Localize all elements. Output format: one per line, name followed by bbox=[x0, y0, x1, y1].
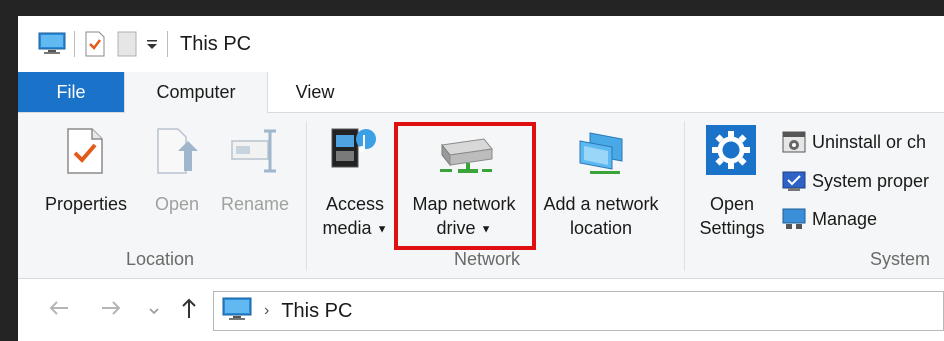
new-folder-quick-icon[interactable] bbox=[117, 31, 137, 57]
customize-toolbar-dropdown-icon[interactable] bbox=[145, 37, 159, 51]
group-label-network: Network bbox=[454, 249, 521, 269]
open-settings-label-line2: Settings bbox=[699, 218, 765, 238]
access-media-label-line1: Access bbox=[325, 194, 385, 214]
open-settings-button[interactable]: Open Settings bbox=[692, 113, 772, 243]
properties-quick-icon[interactable] bbox=[85, 31, 105, 57]
settings-gear-icon bbox=[706, 125, 756, 180]
manage-icon bbox=[782, 208, 806, 229]
manage-button[interactable]: Manage bbox=[782, 208, 877, 230]
add-network-location-button[interactable]: Add a network location bbox=[532, 113, 670, 243]
system-properties-button[interactable]: System proper bbox=[782, 170, 929, 192]
open-icon bbox=[156, 127, 198, 180]
navigation-bar: › This PC bbox=[18, 279, 944, 341]
manage-label: Manage bbox=[812, 208, 878, 229]
properties-icon bbox=[66, 127, 104, 180]
uninstall-icon bbox=[782, 131, 806, 153]
tab-file[interactable]: File bbox=[18, 72, 124, 112]
forward-arrow-icon[interactable] bbox=[100, 299, 122, 322]
add-network-location-label-line1: Add a network bbox=[543, 194, 659, 214]
access-media-label-line2-wrap: media ▼ bbox=[316, 217, 394, 240]
access-media-label-line2: media bbox=[322, 218, 372, 238]
network-location-icon bbox=[576, 129, 630, 182]
group-separator bbox=[684, 121, 685, 271]
media-icon bbox=[328, 123, 382, 182]
recent-locations-chevron-icon[interactable] bbox=[148, 303, 160, 321]
window-title: This PC bbox=[180, 32, 252, 55]
title-bar: This PC bbox=[18, 16, 944, 72]
group-label-system: System bbox=[870, 249, 931, 269]
map-network-drive-highlight bbox=[394, 122, 536, 250]
uninstall-program-label: Uninstall or ch bbox=[812, 131, 927, 152]
group-label-location: Location bbox=[126, 249, 195, 269]
access-media-dropdown-icon: ▼ bbox=[376, 223, 388, 236]
system-properties-label: System proper bbox=[812, 170, 930, 191]
breadcrumb-separator-icon[interactable]: › bbox=[264, 302, 269, 320]
tab-view[interactable]: View bbox=[280, 72, 350, 112]
this-pc-icon[interactable] bbox=[38, 32, 66, 56]
file-explorer-window: This PC File Computer View Properties Op… bbox=[18, 16, 944, 341]
access-media-button[interactable]: Access media ▼ bbox=[316, 113, 394, 243]
rename-icon bbox=[230, 127, 280, 180]
open-settings-label-line1: Open bbox=[709, 194, 755, 214]
uninstall-program-button[interactable]: Uninstall or ch bbox=[782, 131, 926, 153]
breadcrumb-this-pc[interactable]: This PC bbox=[281, 300, 352, 323]
up-arrow-icon[interactable] bbox=[180, 297, 198, 324]
address-bar[interactable]: › This PC bbox=[213, 291, 944, 331]
title-separator bbox=[167, 31, 168, 57]
properties-button[interactable]: Properties bbox=[36, 113, 136, 243]
properties-label: Properties bbox=[44, 194, 128, 214]
this-pc-address-icon bbox=[222, 297, 252, 326]
add-network-location-label-line2: location bbox=[569, 218, 633, 238]
ribbon-tabs: File Computer View bbox=[18, 72, 944, 113]
system-properties-icon bbox=[782, 171, 806, 191]
tab-computer[interactable]: Computer bbox=[124, 72, 268, 113]
rename-label: Rename bbox=[220, 194, 290, 214]
open-label: Open bbox=[154, 194, 200, 214]
rename-button[interactable]: Rename bbox=[214, 113, 296, 243]
quick-access-separator bbox=[74, 31, 75, 57]
back-arrow-icon[interactable] bbox=[48, 299, 70, 322]
open-button[interactable]: Open bbox=[146, 113, 208, 243]
group-separator bbox=[306, 121, 307, 271]
